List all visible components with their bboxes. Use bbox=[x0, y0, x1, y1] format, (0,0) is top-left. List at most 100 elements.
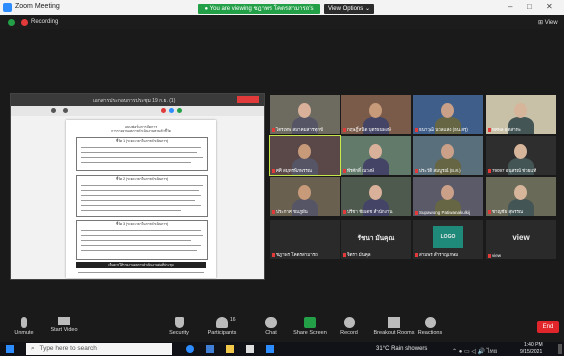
unmute-button[interactable]: Unmute bbox=[2, 314, 46, 336]
record-label: Record bbox=[340, 330, 358, 336]
participant-face bbox=[298, 103, 311, 118]
cortana-icon[interactable] bbox=[186, 345, 194, 353]
chat-button[interactable]: Chat bbox=[249, 314, 293, 336]
end-meeting-button[interactable]: End bbox=[537, 321, 559, 333]
zoom-logo-icon bbox=[3, 3, 12, 12]
reactions-icon bbox=[424, 317, 436, 328]
participant-label: รัชนา มันคุณ bbox=[357, 235, 395, 242]
mic-muted-icon bbox=[343, 209, 346, 214]
participant-tile[interactable]: ประวัติ สมบูรณ์ (ผ.ส.) bbox=[413, 136, 483, 175]
share-screen-button[interactable]: Share Screen bbox=[288, 314, 332, 336]
store-icon[interactable] bbox=[246, 345, 254, 353]
doc-viewport: แบบฟอร์มการจัดการ การรายงานผลการดำเนินงา… bbox=[11, 116, 264, 279]
participant-label: LOGO bbox=[433, 226, 463, 248]
reactions-button[interactable]: Reactions bbox=[408, 314, 452, 336]
participant-name: ธนาวุฒิ นวลแสง (ธน.สรุ) bbox=[419, 127, 468, 132]
pen-tool-icon bbox=[51, 108, 56, 113]
search-icon: ⌕ bbox=[31, 345, 35, 352]
window-title: Zoom Meeting bbox=[15, 3, 60, 10]
mic-muted-icon bbox=[343, 252, 346, 257]
participant-tile[interactable]: กฤษฎิ์หนิต บุตรธนพงษ์ bbox=[341, 95, 411, 134]
mic-muted-icon bbox=[415, 127, 418, 132]
mic-muted-icon bbox=[415, 210, 418, 215]
participant-tile[interactable]: พีรศักดิ์ ณวงษ์ bbox=[341, 136, 411, 175]
participant-name: ทศพล อุตสาหะ bbox=[492, 127, 522, 132]
doc-toolbar bbox=[11, 106, 264, 116]
participant-name: กฤษฎิ์หนิต บุตรธนพงษ์ bbox=[347, 127, 391, 132]
participant-tile[interactable]: ชาญชัย สุพรรณ bbox=[486, 177, 556, 216]
task-view-icon[interactable] bbox=[206, 345, 214, 353]
participant-name: 79097 อนุสรณ์ ช่วยแท้ bbox=[492, 168, 537, 173]
participant-tile[interactable]: ปรีชา ชัยเดช สำนักงาน bbox=[341, 177, 411, 216]
participant-tile[interactable]: Supawong Patiwanakulkij bbox=[413, 177, 483, 216]
mic-muted-icon bbox=[488, 209, 491, 214]
system-tray-icons[interactable]: ⌃ ● ▭ ◁ 🔊 ไทย bbox=[452, 346, 497, 356]
participant-tile[interactable]: view view bbox=[486, 220, 556, 259]
participant-face bbox=[514, 103, 527, 118]
participant-tile[interactable]: LOGO สามพร สำราญเกษม bbox=[413, 220, 483, 259]
search-placeholder: Type here to search bbox=[39, 345, 97, 352]
share-screen-label: Share Screen bbox=[293, 330, 327, 336]
start-video-button[interactable]: Start Video bbox=[42, 314, 86, 333]
participant-name: ปรีชา ชัยเดช สำนักงาน bbox=[347, 209, 393, 214]
taskbar-search-input[interactable]: ⌕ Type here to search bbox=[26, 343, 172, 355]
participants-button[interactable]: Participants 16 bbox=[200, 314, 244, 336]
shared-screen[interactable]: เอกสารประกอบการประชุม 19 ก.ย. (1) แบบฟอร… bbox=[10, 93, 265, 280]
participant-tile[interactable]: ไตรเทพ สมาคมสารทุกข์ bbox=[270, 95, 340, 134]
mic-muted-icon bbox=[272, 252, 275, 257]
participant-tile[interactable]: ศศิ สมุทรพิภพรรณ bbox=[269, 135, 341, 176]
doc-close-icon bbox=[237, 96, 259, 103]
clock-time: 1:40 PM bbox=[524, 342, 543, 348]
participant-name: ชฎาพร โคตรสามารถ bbox=[276, 252, 318, 257]
participant-label: view bbox=[512, 233, 530, 242]
mic-muted-icon bbox=[488, 168, 491, 173]
doc-subheading: การรายงานผลการดำเนินงานตามตัวชี้วัด bbox=[111, 129, 171, 133]
recording-label: Recording bbox=[31, 19, 59, 25]
notifications-icon[interactable] bbox=[558, 344, 562, 354]
chat-icon bbox=[265, 317, 277, 328]
participant-face bbox=[298, 144, 311, 159]
windows-start-icon[interactable] bbox=[6, 345, 14, 353]
doc-section-1: ชี้วัด 1 (ระยะเวลาในการดำเนินการ) bbox=[115, 139, 169, 143]
participant-tile[interactable]: รัชนา มันคุณจิตรา มันคุล bbox=[341, 220, 411, 259]
participant-tile[interactable]: ประกาศ ชมภูผัน bbox=[270, 177, 340, 216]
weather-widget[interactable]: 31°C Rain showers bbox=[376, 346, 427, 352]
doc-table-3: ชี้วัด 3 (ระยะเวลาในการดำเนินการ) bbox=[76, 220, 208, 260]
file-explorer-icon[interactable] bbox=[226, 345, 234, 353]
start-video-label: Start Video bbox=[50, 327, 78, 333]
participant-name: จิตรา มันคุล bbox=[347, 252, 371, 257]
doc-table-2: ชี้วัด 2 (ระยะเวลาในการดำเนินการ) bbox=[76, 175, 208, 217]
participant-face bbox=[514, 144, 527, 159]
record-button[interactable]: Record bbox=[327, 314, 371, 336]
participants-count: 16 bbox=[230, 317, 236, 323]
view-options-button[interactable]: View Options ⌄ bbox=[324, 4, 374, 14]
security-button[interactable]: Security bbox=[157, 314, 201, 336]
close-button[interactable]: ✕ bbox=[546, 2, 553, 11]
mic-muted-icon bbox=[488, 127, 491, 132]
participant-tile[interactable]: 79097 อนุสรณ์ ช่วยแท้ bbox=[486, 136, 556, 175]
shield-icon[interactable] bbox=[8, 19, 15, 26]
participant-tile[interactable]: ทศพล อุตสาหะ bbox=[486, 95, 556, 134]
minimize-button[interactable]: – bbox=[508, 2, 512, 11]
color-green-icon bbox=[177, 108, 182, 113]
breakout-rooms-icon bbox=[388, 317, 400, 328]
view-button[interactable]: ⊞ View bbox=[538, 19, 558, 26]
participant-name: ศศิ สมุทรพิภพรรณ bbox=[276, 168, 312, 173]
meeting-top-strip: Recording ⊞ View bbox=[0, 15, 564, 29]
video-off-icon bbox=[58, 317, 70, 325]
participant-face bbox=[369, 103, 382, 118]
zoom-taskbar-icon[interactable] bbox=[266, 345, 274, 353]
participant-tile[interactable]: ธนาวุฒิ นวลแสง (ธน.สรุ) bbox=[413, 95, 483, 134]
participant-face bbox=[369, 185, 382, 200]
maximize-button[interactable]: □ bbox=[527, 2, 532, 11]
chat-label: Chat bbox=[265, 330, 277, 336]
reactions-label: Reactions bbox=[417, 330, 443, 336]
participant-face bbox=[441, 103, 454, 118]
doc-section-2: ชี้วัด 2 (ระยะเวลาในการดำเนินการ) bbox=[115, 177, 169, 181]
doc-section-3: ชี้วัด 3 (ระยะเวลาในการดำเนินการ) bbox=[115, 222, 169, 226]
shield-icon bbox=[174, 317, 184, 328]
participant-face bbox=[441, 144, 454, 159]
participant-tile[interactable]: ชฎาพร โคตรสามารถ bbox=[270, 220, 340, 259]
doc-page: แบบฟอร์มการจัดการ การรายงานผลการดำเนินงา… bbox=[66, 120, 216, 278]
security-label: Security bbox=[169, 330, 189, 336]
